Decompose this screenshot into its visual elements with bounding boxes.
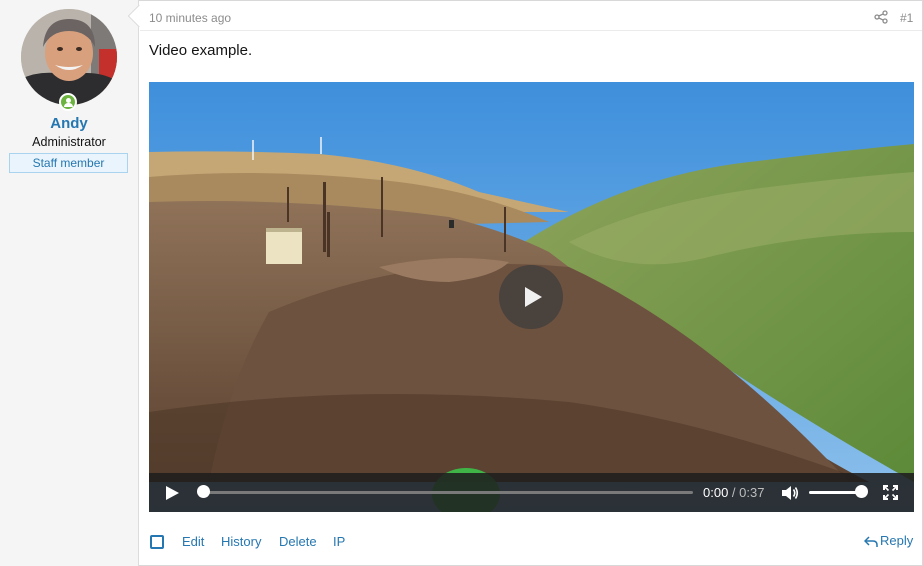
select-checkbox[interactable] xyxy=(150,535,164,549)
post-body-text: Video example. xyxy=(149,42,253,59)
play-icon[interactable] xyxy=(166,486,179,500)
volume-icon[interactable] xyxy=(781,485,799,501)
ip-link[interactable]: IP xyxy=(333,534,345,549)
reply-label: Reply xyxy=(880,533,914,548)
video-player[interactable]: 0:00 / 0:37 xyxy=(149,82,914,512)
reply-button[interactable]: Reply xyxy=(863,533,914,548)
username[interactable]: Andy xyxy=(0,115,138,132)
video-controls: 0:00 / 0:37 xyxy=(149,473,914,512)
online-status-icon xyxy=(59,93,77,111)
volume-handle[interactable] xyxy=(855,485,868,498)
post-number[interactable]: #1 xyxy=(900,11,913,25)
reply-icon xyxy=(863,536,878,547)
user-sidebar: Andy Administrator Staff member xyxy=(0,0,151,566)
history-link[interactable]: History xyxy=(221,534,261,549)
delete-link[interactable]: Delete xyxy=(279,534,317,549)
post-timestamp[interactable]: 10 minutes ago xyxy=(149,11,231,25)
fullscreen-icon[interactable] xyxy=(883,485,898,500)
avatar[interactable] xyxy=(21,9,117,105)
seek-handle[interactable] xyxy=(197,485,210,498)
duration: 0:37 xyxy=(739,485,765,500)
time-display: 0:00 / 0:37 xyxy=(703,485,764,500)
seek-bar[interactable] xyxy=(203,491,693,494)
header-divider xyxy=(140,30,922,31)
time-separator: / xyxy=(728,485,740,500)
user-title: Administrator xyxy=(32,135,106,149)
edit-link[interactable]: Edit xyxy=(182,534,204,549)
big-play-button[interactable] xyxy=(499,265,563,329)
share-icon[interactable] xyxy=(874,10,888,24)
staff-badge: Staff member xyxy=(9,153,128,173)
current-time: 0:00 xyxy=(703,485,729,500)
